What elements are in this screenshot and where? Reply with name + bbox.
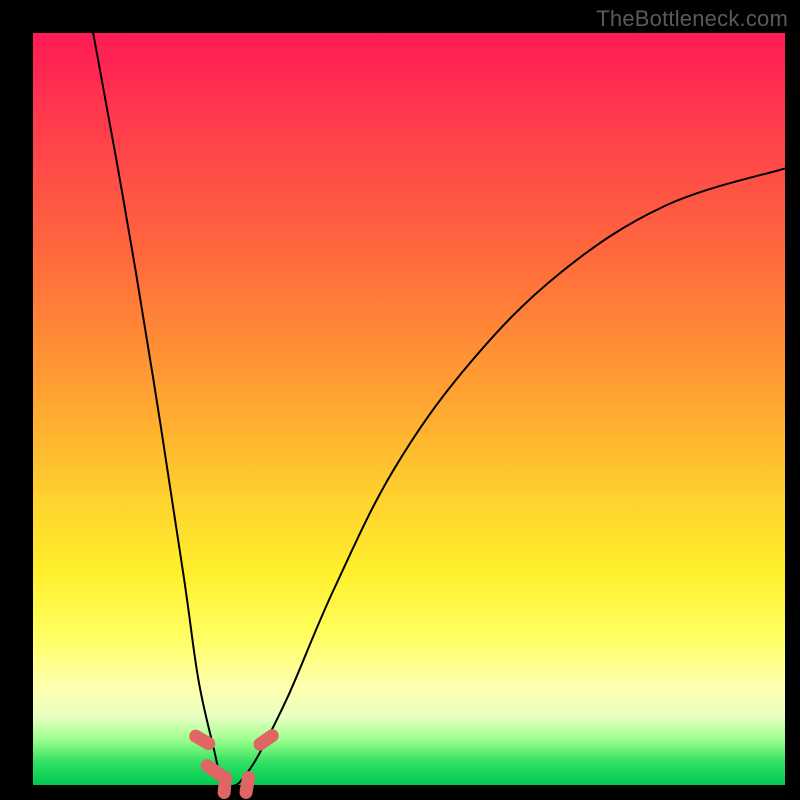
- watermark-text: TheBottleneck.com: [596, 6, 788, 32]
- curve-marker: [238, 770, 256, 800]
- marker-group: [187, 727, 281, 800]
- curve-marker: [251, 727, 281, 754]
- bottleneck-curve: [93, 33, 785, 786]
- plot-area: [33, 33, 785, 785]
- chart-frame: TheBottleneck.com: [0, 0, 800, 800]
- curve-svg: [33, 33, 785, 785]
